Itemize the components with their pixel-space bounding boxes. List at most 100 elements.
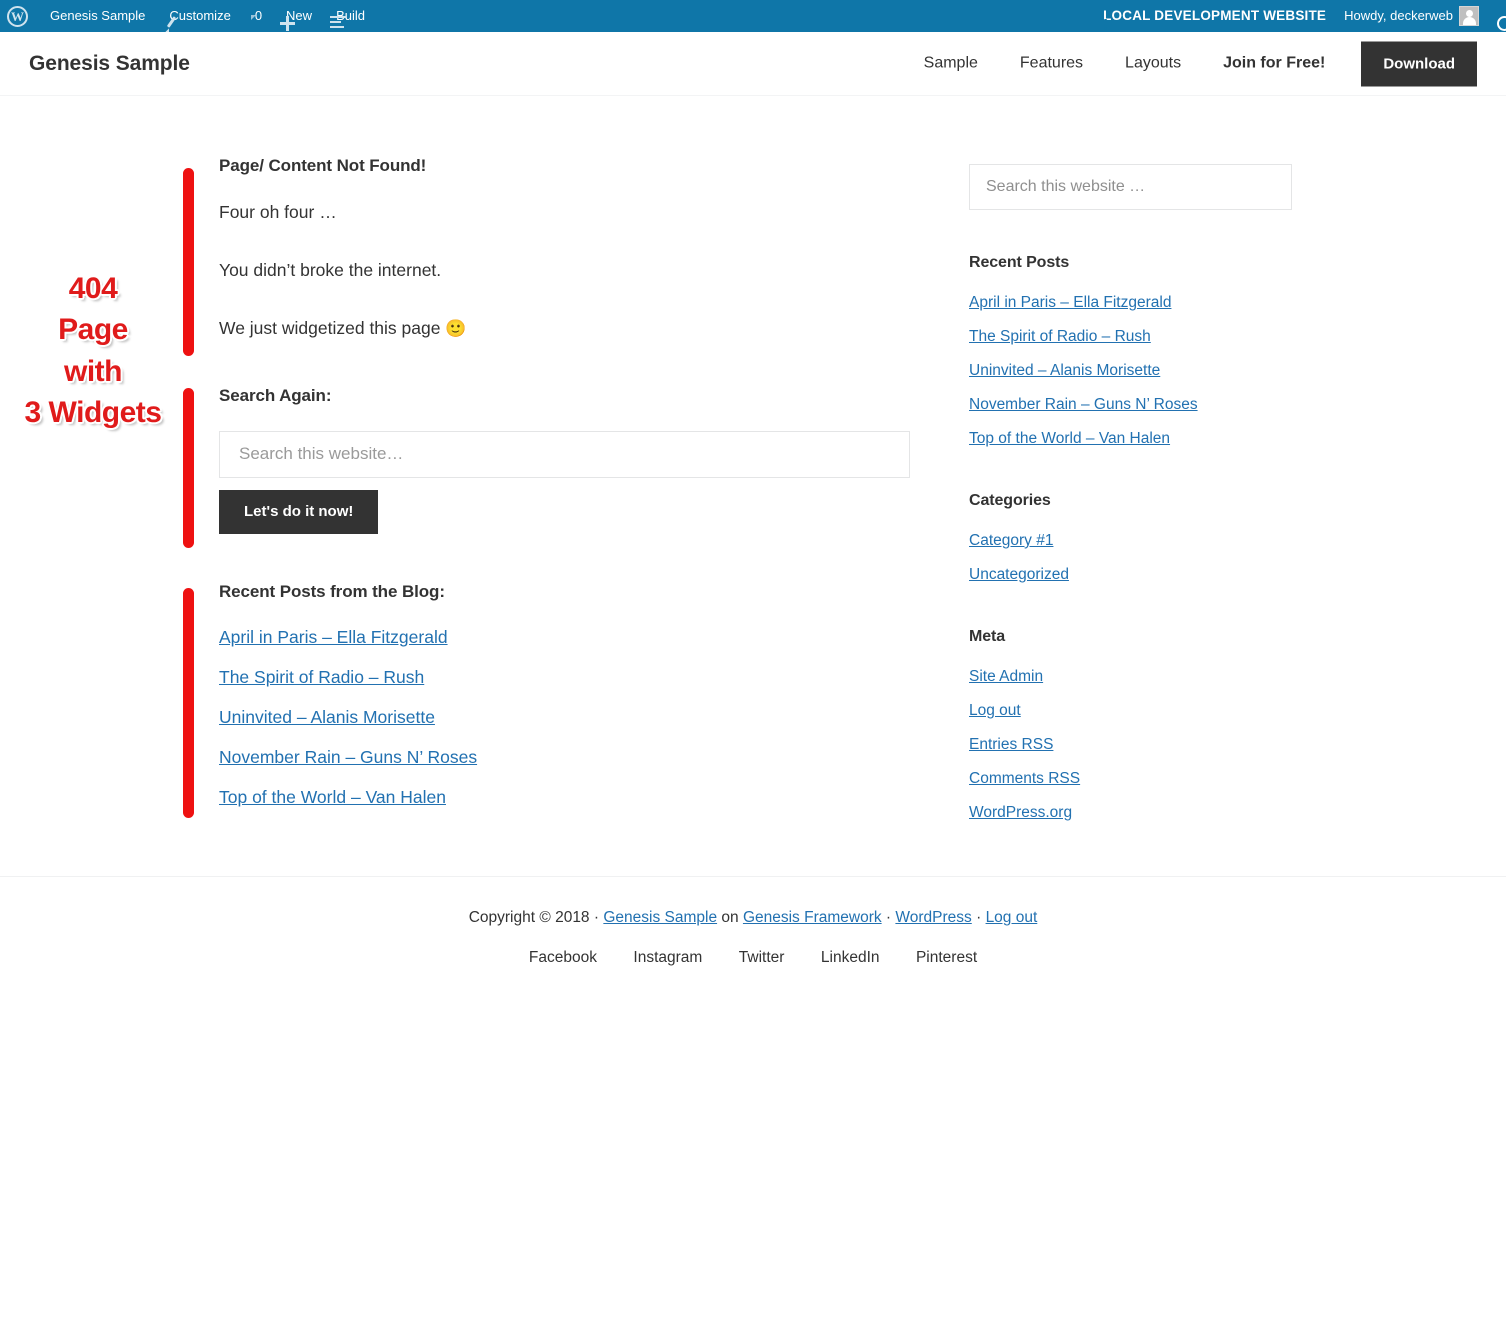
sidebar-recent-post-link[interactable]: Uninvited – Alanis Morisette	[969, 362, 1160, 379]
sidebar-recent-posts-list: April in Paris – Ella Fitzgerald The Spi…	[969, 294, 1294, 448]
howdy-label: Howdy, deckerweb	[1344, 8, 1453, 23]
recent-post-link[interactable]: November Rain – Guns N’ Roses	[219, 747, 477, 767]
category-link[interactable]: Category #1	[969, 532, 1053, 549]
meta-link-entries-rss[interactable]: Entries RSS	[969, 736, 1053, 753]
sidebar-categories-list: Category #1 Uncategorized	[969, 532, 1294, 584]
sidebar-widget-meta: Meta Site Admin Log out Entries RSS Comm…	[969, 628, 1294, 822]
footer-link-linkedin[interactable]: LinkedIn	[805, 949, 896, 966]
nav-item-features[interactable]: Features	[999, 55, 1104, 72]
primary-navigation: Sample Features Layouts Join for Free! D…	[903, 41, 1477, 86]
list-item: The Spirit of Radio – Rush	[969, 328, 1294, 346]
recent-post-link[interactable]: April in Paris – Ella Fitzgerald	[219, 627, 448, 647]
list-item: Category #1	[969, 532, 1294, 550]
meta-link-site-admin[interactable]: Site Admin	[969, 668, 1043, 685]
list-item: Top of the World – Van Halen	[969, 430, 1294, 448]
nav-item-join-for-free[interactable]: Join for Free!	[1202, 55, 1346, 72]
sidebar-widget-recent-posts: Recent Posts April in Paris – Ella Fitzg…	[969, 254, 1294, 448]
sidebar-search-form	[969, 164, 1294, 210]
widget-404-paragraph-2: You didn’t broke the internet.	[219, 259, 442, 280]
admin-bar-build[interactable]: Build	[321, 0, 374, 32]
local-development-notice: LOCAL DEVELOPMENT WEBSITE	[1088, 0, 1335, 32]
widget-404-text: Page/ Content Not Found! Four oh four … …	[180, 156, 910, 340]
recent-post-link[interactable]: The Spirit of Radio – Rush	[219, 667, 424, 687]
user-avatar-icon	[1459, 6, 1479, 26]
content-search-input[interactable]	[219, 430, 910, 478]
list-item: April in Paris – Ella Fitzgerald	[219, 627, 910, 648]
admin-bar-wordpress-logo[interactable]: W	[0, 0, 35, 32]
footer-link-log-out[interactable]: Log out	[986, 909, 1038, 926]
footer-link-instagram[interactable]: Instagram	[617, 949, 718, 966]
footer-link-wordpress[interactable]: WordPress	[895, 909, 971, 926]
annotation-404-page-with-3-widgets: 404 Page with 3 Widgets	[8, 268, 178, 434]
smiley-emoji-icon: 🙂	[445, 318, 467, 338]
annotation-line-1: 404	[68, 272, 118, 305]
sidebar-recent-post-link[interactable]: November Rain – Guns N’ Roses	[969, 396, 1198, 413]
footer-link-genesis-sample[interactable]: Genesis Sample	[603, 909, 717, 926]
footer-link-pinterest[interactable]: Pinterest	[900, 949, 993, 966]
sidebar-recent-post-link[interactable]: Top of the World – Van Halen	[969, 430, 1170, 447]
widget-recent-posts-content: Recent Posts from the Blog: April in Par…	[180, 582, 910, 808]
list-item: November Rain – Guns N’ Roses	[219, 747, 910, 768]
wp-admin-bar: W Genesis Sample Customize 0 New Build L…	[0, 0, 1506, 32]
list-item: Entries RSS	[969, 736, 1294, 754]
sidebar-recent-post-link[interactable]: April in Paris – Ella Fitzgerald	[969, 294, 1171, 311]
admin-bar-right-group: LOCAL DEVELOPMENT WEBSITE Howdy, deckerw…	[1088, 0, 1506, 32]
admin-bar-customize[interactable]: Customize	[154, 0, 239, 32]
widget-search-title: Search Again:	[219, 385, 332, 405]
admin-bar-site-name-label: Genesis Sample	[50, 8, 146, 23]
sidebar-categories-title: Categories	[969, 492, 1051, 509]
admin-bar-site-name[interactable]: Genesis Sample	[35, 0, 154, 32]
content-search-submit-button[interactable]: Let's do it now!	[219, 489, 379, 534]
meta-link-comments-rss[interactable]: Comments RSS	[969, 770, 1080, 787]
list-item: WordPress.org	[969, 804, 1294, 822]
content-recent-posts-list: April in Paris – Ella Fitzgerald The Spi…	[219, 627, 910, 808]
sidebar-search-input[interactable]	[969, 164, 1292, 210]
category-link[interactable]: Uncategorized	[969, 566, 1069, 583]
annotation-line-3: with	[64, 354, 123, 388]
download-button[interactable]: Download	[1361, 41, 1477, 86]
list-item: Uninvited – Alanis Morisette	[219, 707, 910, 728]
footer-credits-mid-2: ·	[881, 909, 896, 926]
footer-credits-mid-3: ·	[971, 909, 986, 926]
sidebar-recent-posts-title: Recent Posts	[969, 254, 1070, 271]
annotation-line-2: Page	[58, 313, 128, 347]
admin-bar-comments[interactable]: 0	[240, 0, 271, 32]
widget-recent-posts-title: Recent Posts from the Blog:	[219, 581, 445, 601]
widget-404-paragraph-1: Four oh four …	[219, 202, 337, 222]
primary-sidebar: Recent Posts April in Paris – Ella Fitzg…	[969, 164, 1294, 822]
content-search-form: Let's do it now!	[219, 430, 910, 534]
local-development-notice-label: LOCAL DEVELOPMENT WEBSITE	[1103, 8, 1327, 23]
sidebar-widget-categories: Categories Category #1 Uncategorized	[969, 492, 1294, 584]
footer-social-navigation: Facebook Instagram Twitter LinkedIn Pint…	[0, 949, 1506, 967]
widget-search-again: Search Again: Let's do it now!	[180, 386, 910, 534]
site-footer: Copyright © 2018 · Genesis Sample on Gen…	[0, 876, 1506, 967]
sidebar-meta-list: Site Admin Log out Entries RSS Comments …	[969, 668, 1294, 822]
nav-item-layouts[interactable]: Layouts	[1104, 55, 1202, 72]
footer-credits-mid-1: on	[717, 909, 743, 926]
admin-bar-my-account[interactable]: Howdy, deckerweb	[1335, 0, 1488, 32]
footer-link-facebook[interactable]: Facebook	[513, 949, 613, 966]
sidebar-recent-post-link[interactable]: The Spirit of Radio – Rush	[969, 328, 1151, 345]
list-item: Log out	[969, 702, 1294, 720]
wordpress-logo-icon: W	[7, 5, 28, 27]
admin-bar-new-label: New	[286, 8, 313, 23]
admin-bar-new[interactable]: New	[271, 0, 321, 32]
list-item: Top of the World – Van Halen	[219, 787, 910, 808]
widget-404-paragraph-3-text: We just widgetized this page	[219, 317, 441, 338]
footer-link-genesis-framework[interactable]: Genesis Framework	[743, 909, 882, 926]
recent-post-link[interactable]: Uninvited – Alanis Morisette	[219, 707, 435, 727]
nav-item-sample[interactable]: Sample	[903, 55, 999, 72]
annotation-line-4: 3 Widgets	[24, 396, 162, 430]
admin-bar-comments-count: 0	[254, 8, 263, 23]
list-item: Uncategorized	[969, 566, 1294, 584]
recent-post-link[interactable]: Top of the World – Van Halen	[219, 787, 446, 807]
meta-link-log-out[interactable]: Log out	[969, 702, 1021, 719]
admin-bar-search-button[interactable]	[1488, 0, 1506, 32]
site-title[interactable]: Genesis Sample	[29, 52, 190, 76]
footer-link-twitter[interactable]: Twitter	[723, 949, 801, 966]
site-header: Genesis Sample Sample Features Layouts J…	[0, 32, 1506, 96]
admin-bar-left-group: W Genesis Sample Customize 0 New Build	[0, 0, 374, 32]
footer-credits-prefix: Copyright © 2018 ·	[468, 909, 604, 926]
meta-link-wordpress-org[interactable]: WordPress.org	[969, 804, 1072, 821]
sidebar-meta-title: Meta	[969, 628, 1006, 645]
